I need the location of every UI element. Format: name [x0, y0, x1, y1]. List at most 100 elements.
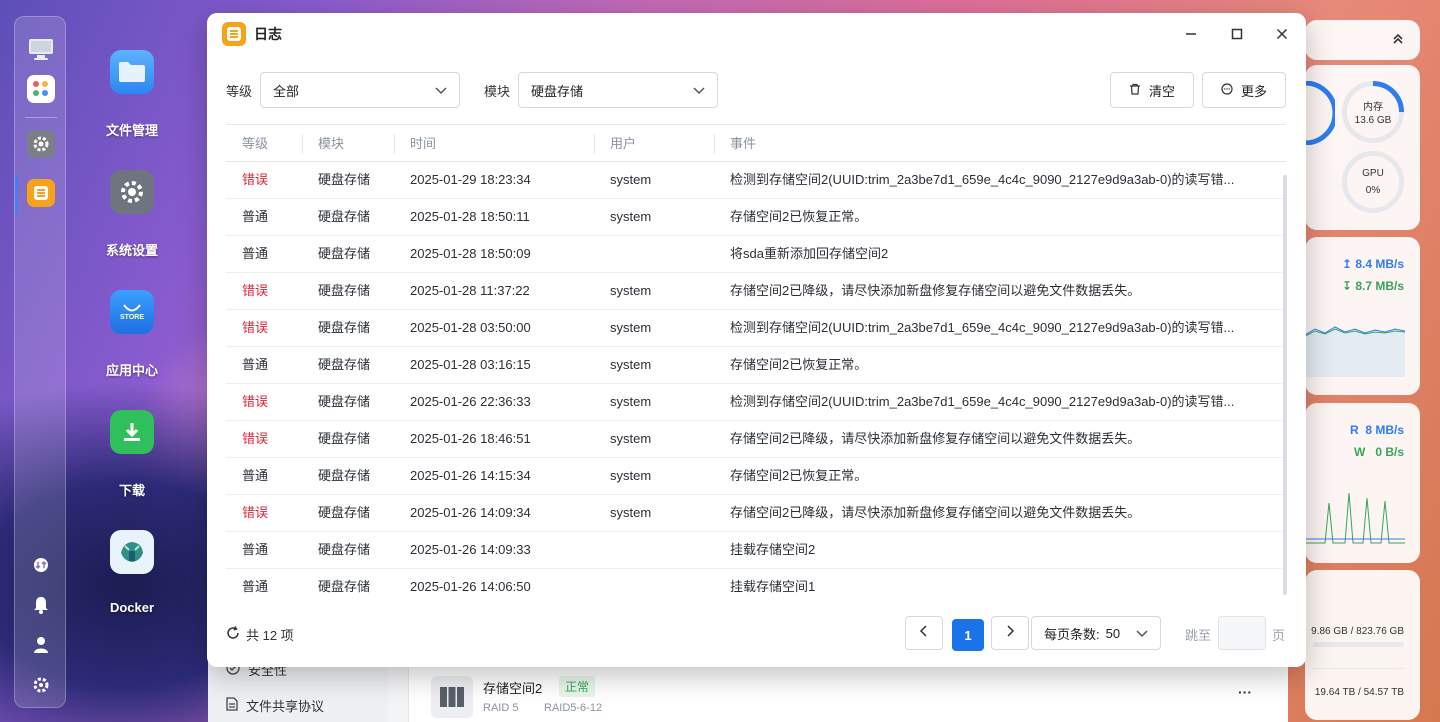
total-label: 共 12 项: [246, 628, 294, 643]
cell-user: system: [610, 505, 652, 520]
trash-icon: [1129, 83, 1141, 98]
cell-module: 硬盘存储: [318, 431, 371, 446]
monitor-icon[interactable]: [27, 35, 55, 63]
clear-label: 清空: [1148, 83, 1175, 99]
cell-time: 2025-01-28 11:37:22: [410, 283, 530, 298]
cell-level: 错误: [242, 431, 269, 446]
table-row[interactable]: 普通 硬盘存储 2025-01-26 14:06:50 挂载存储空间1: [226, 569, 1286, 606]
column-header-event[interactable]: 事件: [730, 125, 756, 162]
table-row[interactable]: 错误 硬盘存储 2025-01-28 03:50:00 system 检测到存储空间2(…: [226, 310, 1286, 347]
desktop-icon-label: Docker: [109, 600, 155, 615]
refresh-icon[interactable]: [226, 626, 240, 643]
cell-time: 2025-01-26 18:46:51: [410, 431, 531, 446]
table-row[interactable]: 错误 硬盘存储 2025-01-26 18:46:51 system 存储空间2已降级，…: [226, 421, 1286, 458]
cell-event: 存储空间2已降级，请尽快添加新盘修复存储空间以避免文件数据丢失。: [730, 505, 1141, 520]
pool-raid: RAID 5: [483, 702, 519, 714]
cell-level: 普通: [242, 542, 269, 557]
table-row[interactable]: 普通 硬盘存储 2025-01-28 18:50:09 将sda重新添加回存储空间2: [226, 236, 1286, 273]
chevron-left-icon: [918, 624, 930, 643]
desktop-icon-store[interactable]: STORE 应用中心: [92, 290, 172, 379]
titlebar[interactable]: 日志: [207, 13, 1306, 55]
cell-event: 将sda重新添加回存储空间2: [730, 246, 889, 261]
cell-user: system: [610, 357, 652, 372]
settings-icon[interactable]: [27, 671, 55, 699]
desktop-icon-docker[interactable]: Docker: [92, 530, 172, 615]
table-row[interactable]: 错误 硬盘存储 2025-01-28 11:37:22 system 存储空间2已降级，…: [226, 273, 1286, 310]
cell-event: 存储空间2已恢复正常。: [730, 209, 868, 224]
table-scrollbar[interactable]: [1283, 175, 1287, 595]
more-button[interactable]: 更多: [1202, 72, 1286, 108]
level-select[interactable]: 全部: [260, 72, 461, 108]
table-row[interactable]: 错误 硬盘存储 2025-01-29 18:23:34 system 检测到存储空间2(…: [226, 162, 1286, 199]
page-size-select[interactable]: 每页条数: 50: [1031, 616, 1161, 650]
cell-level: 普通: [242, 246, 269, 261]
disk-write-label: W: [1353, 445, 1366, 459]
module-select[interactable]: 硬盘存储: [518, 72, 719, 108]
table-row[interactable]: 普通 硬盘存储 2025-01-26 14:15:34 system 存储空间2已恢复正…: [226, 458, 1286, 495]
clear-button[interactable]: 清空: [1110, 72, 1194, 108]
cell-event: 挂载存储空间2: [730, 542, 816, 557]
chevron-right-icon: [1004, 624, 1016, 643]
cell-event: 存储空间2已恢复正常。: [730, 357, 868, 372]
module-select-value: 硬盘存储: [531, 83, 584, 99]
app-grid-icon[interactable]: [27, 75, 55, 103]
table-row[interactable]: 普通 硬盘存储 2025-01-28 18:50:11 system 存储空间2已恢复正…: [226, 199, 1286, 236]
cell-level: 错误: [242, 320, 269, 335]
storage-bar: [1313, 642, 1404, 647]
docker-icon: [110, 530, 154, 574]
column-header-module[interactable]: 模块: [318, 125, 344, 162]
cell-level: 普通: [242, 579, 269, 594]
dock: [14, 16, 66, 708]
cell-time: 2025-01-26 14:06:50: [410, 579, 531, 594]
maximize-icon[interactable]: [1228, 25, 1246, 43]
cell-time: 2025-01-26 22:36:33: [410, 394, 531, 409]
disk-read-label: R: [1349, 423, 1359, 437]
widget-resources: 内存 13.6 GB GPU 0%: [1304, 65, 1420, 230]
desktop-icon-settings[interactable]: 系统设置: [92, 170, 172, 259]
minimize-icon[interactable]: [1182, 25, 1200, 43]
pool-more-button[interactable]: ···: [1238, 684, 1252, 700]
table-row[interactable]: 普通 硬盘存储 2025-01-28 03:16:15 system 存储空间2已恢复正…: [226, 347, 1286, 384]
close-icon[interactable]: [1273, 25, 1291, 43]
cell-user: system: [610, 394, 652, 409]
memory-label: 内存: [1363, 102, 1383, 113]
cell-time: 2025-01-28 03:50:00: [410, 320, 531, 335]
storage-divider: [1313, 668, 1404, 669]
table-row[interactable]: 错误 硬盘存储 2025-01-26 22:36:33 system 检测到存储空间2(…: [226, 384, 1286, 421]
goto-page-input[interactable]: [1218, 616, 1266, 650]
log-app-icon[interactable]: [27, 179, 55, 207]
cell-module: 硬盘存储: [318, 172, 371, 187]
column-divider: [394, 134, 395, 154]
log-app-icon: [222, 22, 246, 46]
bell-icon[interactable]: [27, 591, 55, 619]
cell-level: 错误: [242, 505, 269, 520]
dock-separator: [25, 117, 57, 118]
cell-user: system: [610, 431, 652, 446]
pool-name: 存储空间2: [483, 681, 543, 696]
page-number-current[interactable]: 1: [952, 619, 984, 651]
goto-label: 跳至: [1185, 628, 1212, 643]
table-row[interactable]: 错误 硬盘存储 2025-01-26 14:09:34 system 存储空间2已降级，…: [226, 495, 1286, 532]
storage-total: 19.64 TB / 54.57 TB: [1314, 687, 1404, 698]
cell-time: 2025-01-26 14:09:34: [410, 505, 531, 520]
table-row[interactable]: 普通 硬盘存储 2025-01-26 14:09:33 挂载存储空间2: [226, 532, 1286, 569]
column-header-level[interactable]: 等级: [242, 125, 268, 162]
cell-time: 2025-01-28 03:16:15: [410, 357, 531, 372]
cell-level: 错误: [242, 283, 269, 298]
transfer-icon[interactable]: [27, 551, 55, 579]
user-icon[interactable]: [27, 631, 55, 659]
column-header-time[interactable]: 时间: [410, 125, 436, 162]
chevron-up-icon[interactable]: [1392, 32, 1404, 47]
column-header-user[interactable]: 用户: [610, 125, 636, 162]
desktop-icon-download[interactable]: 下载: [92, 410, 172, 499]
pagination-bar: 共 12 项 1 每页条数: 50 跳至 页: [226, 616, 1286, 652]
next-page-button[interactable]: [991, 616, 1029, 650]
prev-page-button[interactable]: [905, 616, 943, 650]
cell-time: 2025-01-28 18:50:11: [410, 209, 530, 224]
desktop-icon-files[interactable]: 文件管理: [92, 50, 172, 139]
sidebar-item-file-sharing[interactable]: 文件共享协议: [226, 696, 324, 715]
cell-module: 硬盘存储: [318, 357, 371, 372]
document-icon: [226, 697, 238, 714]
settings-gear-icon[interactable]: [27, 130, 55, 158]
table-body: 错误 硬盘存储 2025-01-29 18:23:34 system 检测到存储空间2(…: [226, 162, 1286, 606]
